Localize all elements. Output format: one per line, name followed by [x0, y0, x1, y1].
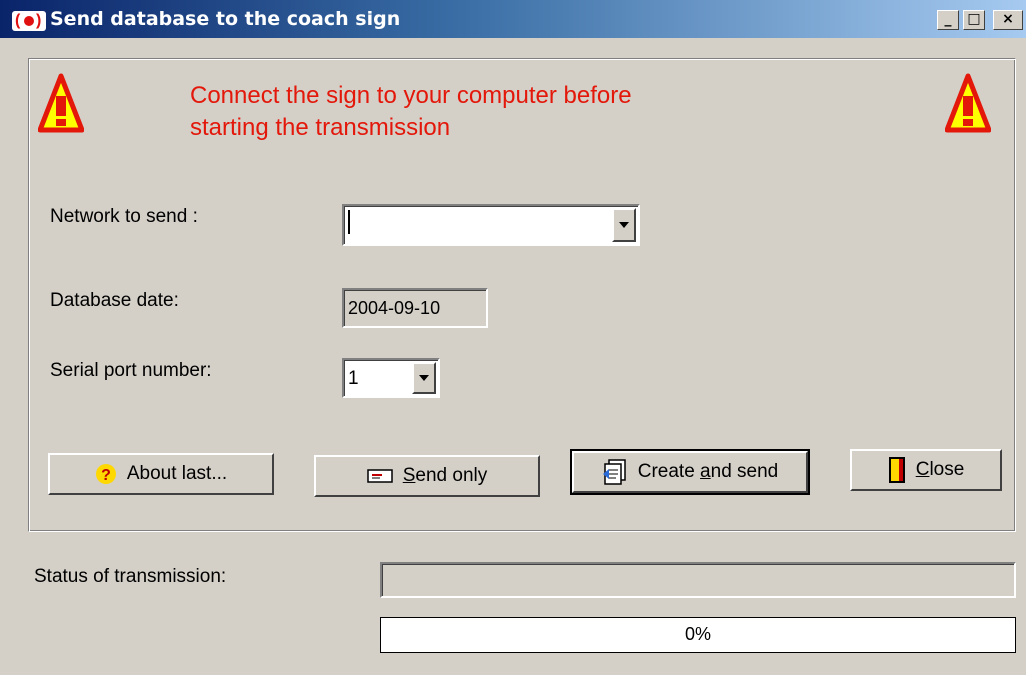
maximize-button[interactable]: □	[963, 10, 985, 30]
network-select[interactable]	[342, 204, 640, 246]
help-question-icon: ?	[95, 464, 116, 484]
door-exit-icon	[888, 457, 905, 483]
create-and-send-label: Create and send	[637, 461, 779, 482]
title-bar[interactable]: () Send database to the coach sign _ □ ×	[0, 0, 1026, 38]
about-last-label: About last...	[126, 463, 228, 484]
database-date-field: 2004-09-10	[342, 288, 488, 328]
svg-text:?: ?	[101, 467, 111, 484]
database-date-value: 2004-09-10	[348, 298, 441, 318]
warning-message-line1: Connect the sign to your computer before	[190, 82, 632, 109]
transmission-progress-bar: 0%	[380, 617, 1016, 653]
progress-percent: 0%	[684, 624, 711, 644]
close-window-button[interactable]: ×	[993, 10, 1023, 30]
warning-triangle-icon	[38, 73, 84, 133]
about-last-button[interactable]: ? About last...	[48, 453, 274, 495]
send-database-window: () Send database to the coach sign _ □ ×…	[0, 0, 1026, 675]
envelope-icon	[366, 469, 393, 483]
network-label: Network to send :	[50, 206, 198, 227]
text-caret	[348, 210, 350, 234]
warning-message-line2: starting the transmission	[190, 114, 451, 141]
send-only-button[interactable]: Send only	[314, 455, 540, 497]
serial-port-value: 1	[348, 368, 359, 389]
serial-port-label: Serial port number:	[50, 360, 212, 381]
warning-message: Connect the sign to your computer before…	[190, 80, 910, 144]
minimize-button[interactable]: _	[937, 10, 959, 30]
chevron-down-icon	[619, 222, 629, 228]
warning-triangle-icon	[945, 73, 991, 133]
status-message-field	[380, 562, 1016, 598]
create-and-send-button[interactable]: Create and send	[570, 449, 810, 495]
serial-port-select[interactable]: 1	[342, 358, 440, 398]
close-label: Close	[915, 459, 965, 480]
database-date-label: Database date:	[50, 290, 179, 311]
send-only-label: Send only	[402, 465, 488, 486]
window-title: Send database to the coach sign	[50, 8, 401, 30]
close-button[interactable]: Close	[850, 449, 1002, 491]
chevron-down-icon	[419, 375, 429, 381]
document-send-icon	[602, 459, 626, 485]
sign-app-icon: ()	[12, 11, 46, 31]
network-dropdown-button[interactable]	[612, 208, 636, 242]
serial-port-dropdown-button[interactable]	[412, 362, 436, 394]
status-label: Status of transmission:	[34, 566, 227, 587]
